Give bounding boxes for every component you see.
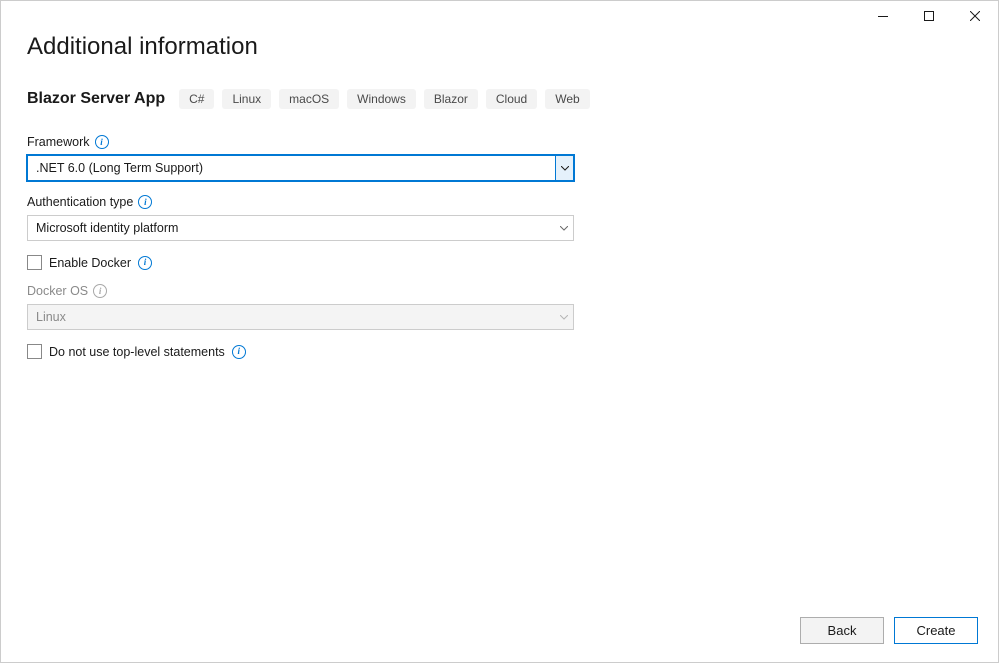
authtype-label-text: Authentication type (27, 195, 133, 209)
info-icon[interactable]: i (138, 256, 152, 270)
chevron-down-icon[interactable] (555, 216, 573, 240)
chevron-down-icon (555, 305, 573, 329)
create-button[interactable]: Create (894, 617, 978, 644)
template-tags: C# Linux macOS Windows Blazor Cloud Web (179, 89, 590, 109)
footer-buttons: Back Create (800, 617, 978, 644)
tag: Cloud (486, 89, 537, 109)
enable-docker-checkbox[interactable] (27, 255, 42, 270)
back-button[interactable]: Back (800, 617, 884, 644)
template-name: Blazor Server App (27, 90, 165, 108)
framework-select[interactable]: .NET 6.0 (Long Term Support) (27, 155, 574, 181)
tag: Windows (347, 89, 416, 109)
dockeros-select-value: Linux (36, 310, 66, 324)
framework-label: Framework i (27, 135, 574, 149)
framework-select-value: .NET 6.0 (Long Term Support) (36, 161, 203, 175)
enable-docker-label: Enable Docker (49, 256, 131, 270)
maximize-button[interactable] (906, 1, 952, 31)
info-icon[interactable]: i (95, 135, 109, 149)
authtype-label: Authentication type i (27, 195, 574, 209)
authtype-select-value: Microsoft identity platform (36, 221, 178, 235)
tag: Web (545, 89, 589, 109)
tag: Linux (222, 89, 271, 109)
tag: macOS (279, 89, 339, 109)
page-title: Additional information (27, 33, 972, 61)
dockeros-label: Docker OS i (27, 284, 574, 298)
toplevel-label: Do not use top-level statements (49, 345, 225, 359)
authtype-select[interactable]: Microsoft identity platform (27, 215, 574, 241)
framework-label-text: Framework (27, 135, 90, 149)
info-icon: i (93, 284, 107, 298)
minimize-button[interactable] (860, 1, 906, 31)
info-icon[interactable]: i (138, 195, 152, 209)
toplevel-checkbox[interactable] (27, 344, 42, 359)
tag: C# (179, 89, 214, 109)
dockeros-select: Linux (27, 304, 574, 330)
dockeros-label-text: Docker OS (27, 284, 88, 298)
template-row: Blazor Server App C# Linux macOS Windows… (27, 89, 972, 109)
chevron-down-icon[interactable] (555, 156, 573, 180)
close-button[interactable] (952, 1, 998, 31)
window-controls (860, 1, 998, 31)
tag: Blazor (424, 89, 478, 109)
info-icon[interactable]: i (232, 345, 246, 359)
